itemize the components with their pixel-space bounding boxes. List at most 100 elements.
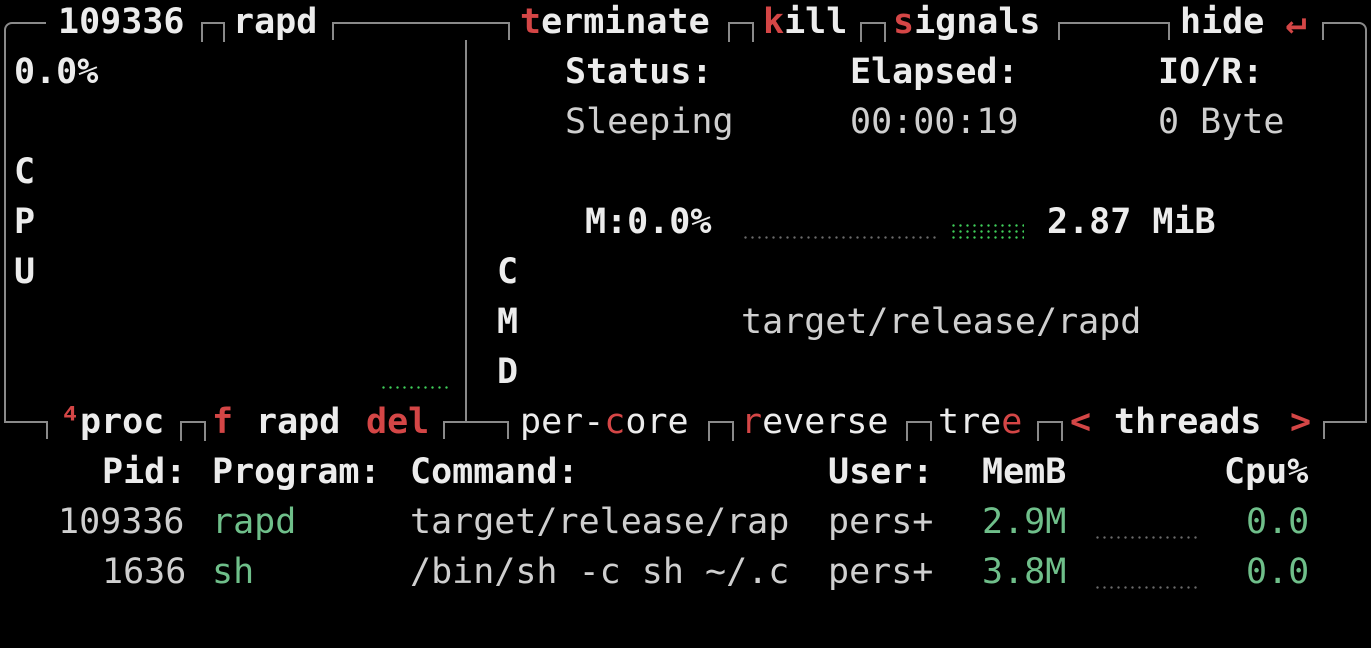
mem-meter-fill <box>950 224 1024 227</box>
header-memb: MemB <box>982 452 1067 492</box>
box-right-border <box>1365 40 1367 423</box>
cpu-label-c: C <box>14 152 36 192</box>
row-command: target/release/rap <box>410 502 790 542</box>
cmd-label-m: M <box>497 302 519 342</box>
top-border-seg <box>22 22 46 24</box>
cpu-graph-bar <box>380 386 452 389</box>
io-value: 0 Byte <box>1158 102 1285 142</box>
mem-meter-empty <box>742 236 936 239</box>
tree-label: tre <box>938 402 1002 442</box>
mem-percent-label: M:0.0% <box>585 202 712 242</box>
proc-top-border <box>443 421 509 423</box>
row-cpu: 0.0 <box>1246 552 1310 592</box>
border-tick <box>728 22 754 42</box>
border-tick <box>507 421 509 439</box>
proc-top-border <box>1323 421 1367 423</box>
border-tick <box>1168 22 1170 40</box>
border-tick <box>1037 421 1063 441</box>
status-value: Sleeping <box>565 102 734 142</box>
io-label: IO/R: <box>1158 52 1264 92</box>
filter-hotkey[interactable]: f <box>212 405 233 440</box>
signals-button[interactable]: signals <box>893 5 1041 40</box>
panel-divider <box>465 40 467 423</box>
row-cpu-meter <box>1094 536 1200 539</box>
process-name: rapd <box>233 2 318 42</box>
row-cpu-meter <box>1094 586 1200 589</box>
header-pid: Pid: <box>102 452 187 492</box>
elapsed-label: Elapsed: <box>850 52 1019 92</box>
border-tick <box>1323 421 1325 439</box>
row-pid: 109336 <box>58 502 185 542</box>
border-tick <box>443 421 445 439</box>
border-tick <box>860 22 886 42</box>
filter-input[interactable]: rapd <box>256 405 340 440</box>
cpu-percent: 0.0% <box>14 52 99 92</box>
mem-meter-fill <box>950 230 1024 233</box>
top-border-seg <box>332 22 510 24</box>
border-tick <box>906 421 932 441</box>
header-command: Command: <box>410 452 579 492</box>
kill-hotkey: k <box>763 2 785 42</box>
row-program: sh <box>212 552 255 592</box>
kill-label: ill <box>784 2 848 42</box>
header-program: Program: <box>212 452 381 492</box>
per-core-hotkey: c <box>604 402 626 442</box>
kill-button[interactable]: kill <box>763 5 847 40</box>
border-tick <box>708 421 734 441</box>
tree-toggle[interactable]: tree <box>938 405 1022 440</box>
cpu-label-p: P <box>14 202 36 242</box>
border-tick <box>1058 22 1060 40</box>
top-border-seg <box>1058 22 1170 24</box>
reverse-hotkey: r <box>741 402 763 442</box>
signals-hotkey: s <box>893 2 915 42</box>
reverse-toggle[interactable]: reverse <box>741 405 889 440</box>
process-pid: 109336 <box>58 2 185 42</box>
box-top-right-corner <box>1347 22 1367 44</box>
filter-delete-button[interactable]: del <box>366 405 429 440</box>
cmd-value: target/release/rapd <box>741 302 1142 342</box>
box-top-left-corner <box>4 22 24 44</box>
row-cpu: 0.0 <box>1246 502 1310 542</box>
terminate-button[interactable]: terminate <box>520 5 710 40</box>
proc-box-title[interactable]: proc <box>80 405 164 440</box>
row-user: pers+ <box>828 552 934 592</box>
terminate-label: erminate <box>541 2 710 42</box>
per-core-label-a: per- <box>520 402 605 442</box>
border-tick <box>332 22 334 40</box>
header-cpu: Cpu% <box>1224 452 1309 492</box>
sort-column-label[interactable]: threads <box>1114 405 1262 440</box>
signals-label: ignals <box>914 2 1041 42</box>
border-tick <box>180 421 206 441</box>
row-command: /bin/sh -c sh ~/.c <box>410 552 790 592</box>
row-user: pers+ <box>828 502 934 542</box>
box-left-border <box>4 40 6 423</box>
return-icon: ↵ <box>1285 2 1307 42</box>
row-program: rapd <box>212 502 297 542</box>
mem-meter-fill <box>950 236 1024 239</box>
mem-value: 2.87 MiB <box>1047 202 1216 242</box>
elapsed-value: 00:00:19 <box>850 102 1019 142</box>
sort-prev-icon[interactable]: < <box>1070 405 1091 440</box>
border-tick <box>201 22 225 42</box>
status-label: Status: <box>565 52 713 92</box>
per-core-label-b: ore <box>625 402 689 442</box>
border-tick <box>1322 22 1324 40</box>
row-mem: 2.9M <box>982 502 1067 542</box>
cpu-label-u: U <box>14 252 36 292</box>
terminate-hotkey: t <box>520 2 542 42</box>
header-user: User: <box>828 452 934 492</box>
proc-box-number: ⁴ <box>60 401 82 441</box>
cmd-label-c: C <box>497 252 519 292</box>
row-mem: 3.8M <box>982 552 1067 592</box>
reverse-label: everse <box>762 402 889 442</box>
border-tick <box>508 22 510 40</box>
border-tick <box>46 421 48 439</box>
per-core-toggle[interactable]: per-core <box>520 405 689 440</box>
hide-button[interactable]: hide ↵ <box>1180 5 1306 40</box>
hide-label: hide <box>1180 2 1265 42</box>
proc-top-border <box>4 421 48 423</box>
row-pid: 1636 <box>102 552 187 592</box>
tree-hotkey: e <box>1001 402 1023 442</box>
top-border-seg <box>1322 22 1349 24</box>
sort-next-icon[interactable]: > <box>1290 405 1311 440</box>
